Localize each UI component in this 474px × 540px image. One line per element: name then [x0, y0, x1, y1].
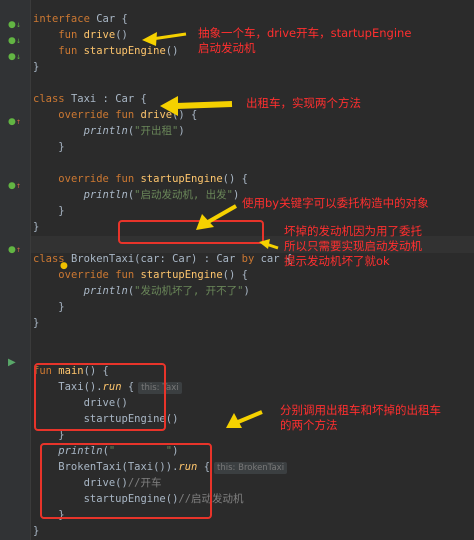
annotation-text: 出租车，实现两个方法 [246, 96, 361, 110]
annotation-text: 启动发动机 [198, 41, 256, 55]
arrow [175, 101, 233, 109]
annotation-text: 坏掉的发动机因为用了委托 [284, 224, 422, 238]
code-editor[interactable]: ●↓ ●↓ ●↓ ●↑ ●↑ ●↑ ▶ ● interface Car { fu… [0, 0, 474, 540]
annotation-text: 抽象一个车，drive开车，startupEngine [198, 26, 412, 40]
annotation-text: 所以只需要实现启动发动机 [284, 239, 422, 253]
annotation-text: 提示发动机坏了就ok [284, 254, 390, 268]
arrow-overlay [142, 32, 279, 428]
annotation-text: 使用by关键字可以委托构造中的对象 [242, 196, 429, 210]
annotation-text: 分别调用出租车和坏掉的出租车 [280, 403, 441, 417]
arrow [237, 410, 263, 424]
arrow [259, 239, 270, 249]
annotation-text: 的两个方法 [280, 418, 338, 432]
annotation-by-keyword: 使用by关键字可以委托构造中的对象 [242, 196, 429, 211]
annotation-taxi: 出租车，实现两个方法 [246, 96, 361, 111]
annotation-main: 分别调用出租车和坏掉的出租车 的两个方法 [280, 403, 441, 433]
arrow [160, 96, 178, 116]
arrow [142, 32, 157, 46]
annotation-interface: 抽象一个车，drive开车，startupEngine 启动发动机 [198, 26, 411, 56]
annotation-broken-taxi: 坏掉的发动机因为用了委托 所以只需要实现启动发动机 提示发动机坏了就ok [284, 224, 422, 269]
arrow [151, 32, 187, 41]
arrow [207, 204, 237, 224]
